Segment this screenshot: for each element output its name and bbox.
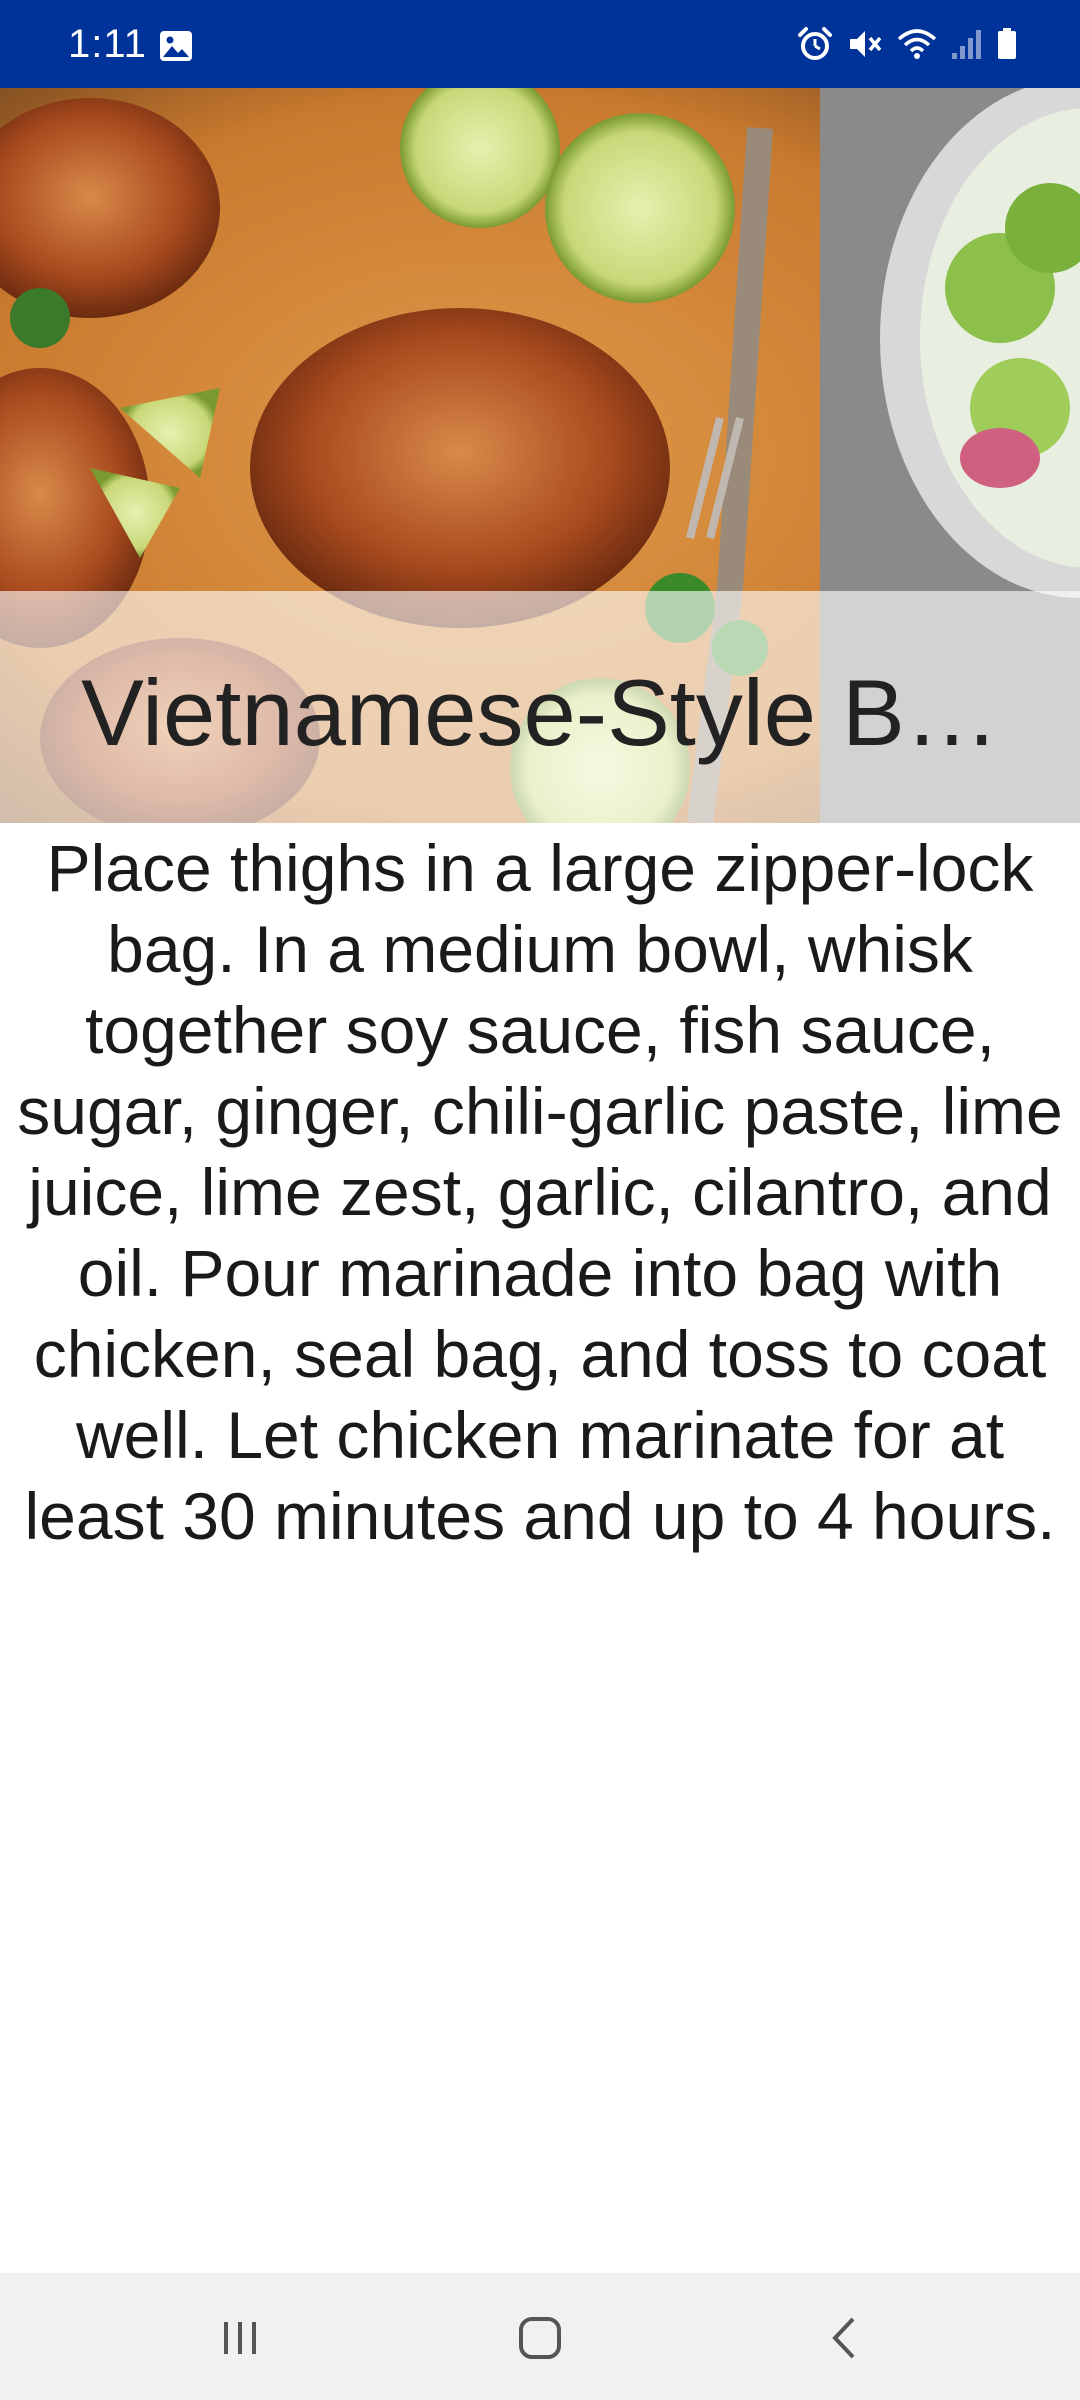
status-bar: 1:11: [0, 0, 1080, 88]
navigation-bar: [0, 2273, 1080, 2400]
wifi-icon: [897, 29, 937, 59]
back-button[interactable]: [795, 2303, 895, 2373]
recipe-instructions: Place thighs in a large zipper-lock bag.…: [17, 831, 1063, 1553]
home-icon: [519, 2317, 561, 2359]
recent-apps-button[interactable]: [190, 2303, 290, 2373]
mute-icon: [850, 31, 882, 57]
battery-icon: [998, 28, 1016, 59]
alarm-icon: [798, 27, 832, 60]
signal-icon: [952, 30, 981, 59]
recent-apps-icon: [224, 2322, 256, 2354]
title-overlay: Vietnamese-Style B…: [0, 591, 1080, 823]
status-time: 1:11: [68, 22, 147, 66]
recipe-hero: Vietnamese-Style B…: [0, 88, 1080, 823]
recipe-screen: 1:11 Vietnamese-Style B… Place thighs in…: [0, 0, 1080, 2400]
gallery-icon: [160, 31, 192, 61]
recipe-title: Vietnamese-Style B…: [81, 660, 999, 765]
home-button[interactable]: [490, 2303, 590, 2373]
status-icons: [796, 24, 1018, 64]
back-icon: [832, 2317, 855, 2359]
